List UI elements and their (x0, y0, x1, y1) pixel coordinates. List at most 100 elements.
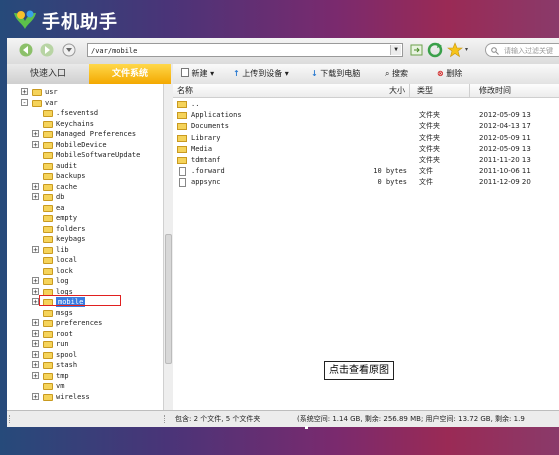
tree-node[interactable]: - var (7, 98, 163, 108)
title-bar: 手机助手 (0, 0, 559, 38)
tree-node[interactable]: + log (7, 276, 163, 286)
favorite-star-icon[interactable] (447, 42, 463, 58)
tree-node-label: Keychains (56, 119, 94, 128)
tab-quick-entry[interactable]: 快速入口 (7, 64, 89, 84)
expand-icon[interactable]: + (32, 182, 39, 190)
tree-node[interactable]: vm (7, 381, 163, 391)
tree-node[interactable]: lock (7, 266, 163, 276)
magnifier-icon: ⌕ (385, 69, 390, 78)
upload-button[interactable]: ↑ 上传到设备 ▾ (233, 68, 289, 80)
chevron-down-icon[interactable]: ▼ (390, 45, 401, 55)
table-row[interactable]: tdmtanf 文件夹 2011-11-20 13 (173, 155, 559, 166)
expand-icon[interactable]: + (32, 350, 39, 358)
expand-icon[interactable]: + (32, 245, 39, 253)
tree-node[interactable]: + lib (7, 245, 163, 255)
col-type-header[interactable]: 类型 (417, 84, 433, 97)
forward-icon[interactable] (40, 43, 54, 57)
tree-node[interactable]: + mobile (7, 295, 163, 307)
tree-node[interactable]: + db (7, 192, 163, 202)
tree-scrollbar[interactable] (163, 84, 173, 410)
folder-icon (43, 309, 53, 317)
tree-node[interactable]: + tmp (7, 371, 163, 381)
expand-icon[interactable]: + (32, 140, 39, 148)
expand-icon[interactable]: + (32, 361, 39, 369)
tree-node[interactable]: + spool (7, 350, 163, 360)
tree-node[interactable]: folders (7, 224, 163, 234)
tree-node[interactable]: + preferences (7, 318, 163, 328)
new-button[interactable]: 新建 ▾ (181, 68, 214, 80)
folder-icon (43, 110, 53, 117)
file-icon (179, 178, 186, 188)
expand-icon[interactable]: + (32, 340, 39, 348)
table-row[interactable]: Library 文件夹 2012-05-09 11 (173, 133, 559, 144)
tree-node[interactable]: backups (7, 171, 163, 181)
go-icon[interactable] (409, 42, 425, 58)
tree-node[interactable]: keybags (7, 234, 163, 244)
col-modified-header[interactable]: 修改时间 (479, 84, 511, 97)
file-name: Documents (191, 122, 229, 131)
tree-node-label: backups (56, 172, 86, 180)
expand-icon[interactable]: + (32, 392, 39, 400)
tree-node[interactable]: empty (7, 213, 163, 223)
expand-icon[interactable]: + (32, 319, 39, 327)
tree-node[interactable]: + root (7, 329, 163, 339)
history-dropdown-icon[interactable] (62, 43, 76, 57)
file-modified: 2012-04-13 17 (479, 122, 531, 131)
tree-node-label: lib (56, 245, 69, 254)
carousel-dot[interactable] (305, 426, 308, 429)
file-type: 文件 (419, 178, 433, 187)
file-modified: 2012-05-09 11 (479, 133, 531, 142)
tree-node[interactable]: MobileSoftwareUpdate (7, 150, 163, 160)
tree-node[interactable]: Keychains (7, 119, 163, 129)
address-input[interactable]: /var/mobile ▼ (87, 43, 403, 57)
tree-node[interactable]: + wireless (7, 392, 163, 402)
folder-icon (43, 120, 53, 128)
favorite-dropdown-icon[interactable]: ▾ (465, 46, 468, 53)
status-divider (9, 415, 11, 423)
expand-icon[interactable]: + (21, 88, 28, 96)
tab-file-system[interactable]: 文件系统 (89, 64, 171, 84)
expand-icon[interactable]: + (32, 298, 39, 306)
tree-node[interactable]: + stash (7, 360, 163, 370)
col-name-header[interactable]: 名称 (177, 84, 193, 97)
file-modified: 2011-11-20 13 (479, 156, 531, 164)
table-row[interactable]: .. (173, 99, 559, 110)
download-button[interactable]: ↓ 下载到电脑 (311, 68, 360, 80)
table-row[interactable]: appsync 0 bytes 文件 2011-12-09 20 (173, 177, 559, 188)
tree-node[interactable]: msgs (7, 308, 163, 318)
filter-input[interactable]: 请输入过滤关键 (485, 43, 559, 57)
back-icon[interactable] (19, 43, 33, 57)
expand-icon[interactable]: + (32, 130, 39, 138)
tree-node[interactable]: + MobileDevice (7, 140, 163, 150)
table-row[interactable]: Applications 文件夹 2012-05-09 13 (173, 110, 559, 121)
expand-icon[interactable]: + (32, 371, 39, 379)
status-summary: 包含: 2 个文件, 5 个文件夹 (175, 415, 261, 423)
file-name: .. (191, 100, 200, 108)
refresh-icon[interactable] (427, 42, 443, 58)
col-size-header[interactable]: 大小 (389, 84, 405, 97)
search-button[interactable]: ⌕ 搜索 (385, 68, 408, 80)
collapse-icon[interactable]: - (21, 98, 28, 106)
expand-icon[interactable]: + (32, 277, 39, 285)
file-name: Media (191, 144, 213, 153)
table-row[interactable]: Media 文件夹 2012-05-09 13 (173, 144, 559, 155)
tree-node[interactable]: + cache (7, 182, 163, 192)
expand-icon[interactable]: + (32, 193, 39, 201)
folder-icon (43, 383, 53, 390)
tree-node[interactable]: + run (7, 339, 163, 349)
tree-node[interactable]: .fseventsd (7, 108, 163, 118)
delete-button[interactable]: ⊗ 删除 (437, 68, 462, 80)
tree-node[interactable]: + Managed Preferences (7, 129, 163, 139)
expand-icon[interactable]: + (32, 329, 39, 337)
table-row[interactable]: .forward 10 bytes 文件 2011-10-06 11 (173, 166, 559, 177)
view-original-tooltip[interactable]: 点击查看原图 (324, 361, 394, 380)
tree-node[interactable]: local (7, 255, 163, 265)
tree-scrollbar-thumb[interactable] (165, 234, 172, 364)
folder-tree[interactable]: + usr - var .fseventsd Keychains + Managed Pref… (7, 84, 164, 410)
folder-icon (43, 236, 53, 243)
expand-icon[interactable]: + (32, 287, 39, 295)
tree-node[interactable]: + usr (7, 87, 163, 97)
table-row[interactable]: Documents 文件夹 2012-04-13 17 (173, 121, 559, 132)
tree-node[interactable]: audit (7, 161, 163, 171)
tree-node[interactable]: ea (7, 203, 163, 213)
